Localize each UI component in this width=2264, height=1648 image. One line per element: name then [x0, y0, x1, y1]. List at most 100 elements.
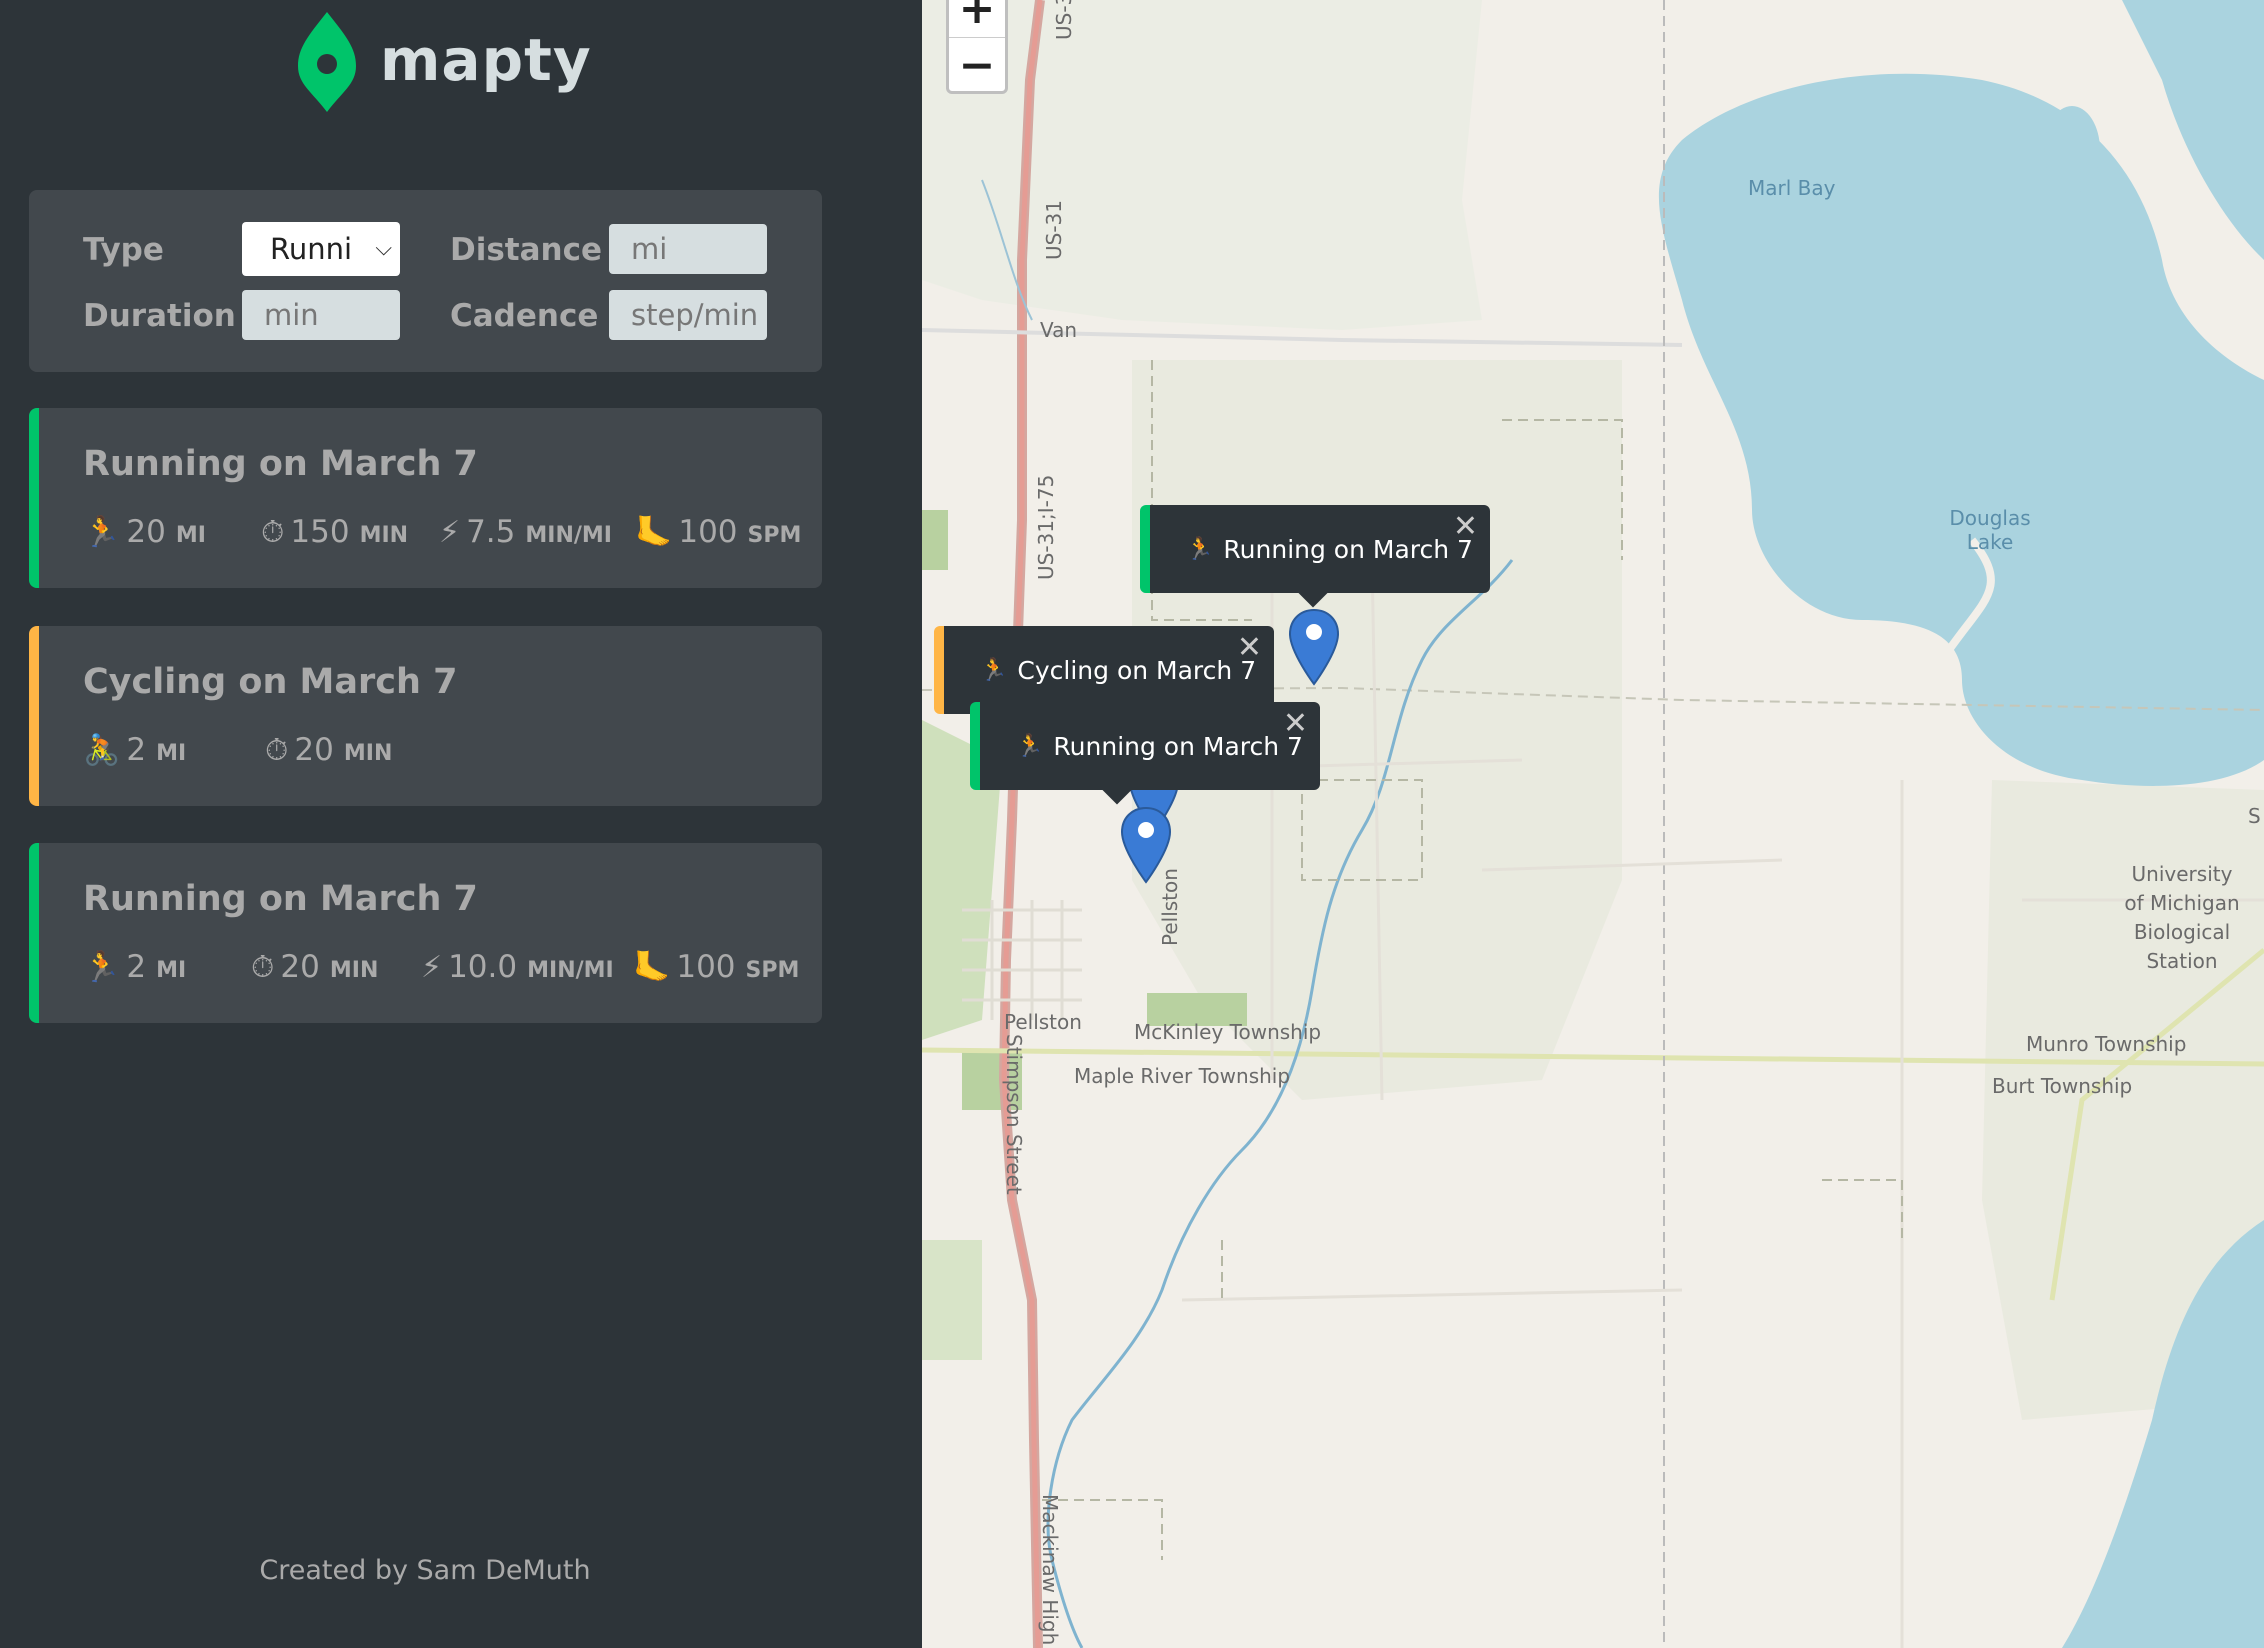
detail-value: 20	[280, 949, 320, 985]
workout-details: 🏃 20 MI ⏱ 150 MIN ⚡ 7.5 MIN/MI 🦶 100 SPM	[83, 514, 801, 550]
map-label-us31-c: US-31;I-75	[1034, 474, 1058, 580]
map-popup-running[interactable]: 🏃 Running on March 7 ✕	[970, 702, 1320, 790]
close-icon[interactable]: ✕	[1237, 630, 1262, 665]
zoom-out-button[interactable]: −	[949, 37, 1005, 93]
type-label: Type	[83, 232, 164, 268]
zoom-in-button[interactable]: +	[949, 0, 1005, 37]
map-label-marl-bay: Marl Bay	[1748, 176, 1836, 200]
detail-duration: ⏱ 150 MIN	[261, 514, 439, 550]
runner-icon: 🏃	[83, 515, 121, 550]
detail-duration: ⏱ 20 MIN	[265, 732, 392, 768]
detail-value: 20	[294, 732, 334, 768]
stopwatch-icon: ⏱	[261, 515, 285, 550]
close-icon[interactable]: ✕	[1283, 706, 1308, 741]
popup-text: Running on March 7	[1223, 534, 1473, 564]
runner-icon: 🏃	[1016, 733, 1044, 759]
detail-value: 100	[678, 514, 738, 550]
popup-text: Running on March 7	[1053, 731, 1303, 761]
detail-value: 2	[126, 949, 147, 985]
detail-value: 100	[676, 949, 736, 985]
distance-label: Distance	[450, 232, 603, 268]
map-marker-icon[interactable]	[1288, 608, 1340, 686]
detail-cadence: 🦶 100 SPM	[633, 949, 799, 985]
map-label-umich: University of Michigan Biological Statio…	[2124, 862, 2240, 973]
detail-cadence: 🦶 100 SPM	[635, 514, 801, 550]
detail-unit: MIN	[343, 741, 393, 766]
detail-unit: SPM	[747, 523, 802, 548]
map-label-burt: Burt Township	[1992, 1074, 2133, 1098]
type-select[interactable]: Runni ⌵	[242, 222, 400, 276]
cadence-input[interactable]: step/min	[609, 290, 767, 340]
detail-pace: ⚡ 7.5 MIN/MI	[439, 514, 635, 550]
detail-distance: 🏃 2 MI	[83, 949, 251, 985]
map-label-us31-a: US-31	[1052, 0, 1076, 40]
map-popup-running[interactable]: 🏃 Running on March 7 ✕	[1140, 505, 1490, 593]
map-label-mackinaw: Mackinaw High	[1038, 1494, 1062, 1646]
map-label-douglas-lake: Douglas Lake	[1949, 506, 2031, 554]
map-label-maple-river: Maple River Township	[1074, 1064, 1291, 1088]
detail-unit: MIN	[329, 958, 379, 983]
lightning-icon: ⚡	[421, 950, 443, 985]
popup-tip	[1102, 789, 1132, 805]
map-label-stimpson: Stimpson Street	[1002, 1034, 1026, 1195]
detail-value: 20	[126, 514, 166, 550]
stopwatch-icon: ⏱	[251, 950, 275, 985]
detail-duration: ⏱ 20 MIN	[251, 949, 421, 985]
map-label-mckinley: McKinley Township	[1134, 1020, 1322, 1044]
workout-details: 🏃 2 MI ⏱ 20 MIN ⚡ 10.0 MIN/MI 🦶 100 SPM	[83, 949, 799, 985]
duration-label: Duration	[83, 298, 236, 334]
detail-unit: MIN/MI	[525, 523, 612, 548]
detail-value: 7.5	[466, 514, 516, 550]
workout-details: 🚴 2 MI ⏱ 20 MIN	[83, 732, 392, 768]
cyclist-icon: 🚴	[83, 733, 121, 768]
duration-input[interactable]: min	[242, 290, 400, 340]
popup-text: Cycling on March 7	[1017, 655, 1257, 685]
detail-unit: MIN/MI	[527, 958, 614, 983]
detail-unit: MI	[175, 523, 206, 548]
popup-tip	[1298, 592, 1328, 608]
type-select-value: Runni	[270, 232, 353, 266]
workout-card-running[interactable]: Running on March 7 🏃 2 MI ⏱ 20 MIN ⚡ 10.…	[29, 843, 822, 1023]
runner-icon: 🏃	[980, 657, 1008, 683]
distance-input[interactable]: mi	[609, 224, 767, 274]
workout-title: Running on March 7	[83, 879, 478, 919]
lightning-icon: ⚡	[439, 515, 461, 550]
detail-value: 2	[126, 732, 147, 768]
map-label-van: Van	[1040, 318, 1078, 342]
workout-card-running[interactable]: Running on March 7 🏃 20 MI ⏱ 150 MIN ⚡ 7…	[29, 408, 822, 588]
logo: mapty	[296, 6, 592, 114]
footprint-icon: 🦶	[635, 515, 673, 550]
detail-unit: SPM	[745, 958, 800, 983]
footprint-icon: 🦶	[633, 950, 671, 985]
stopwatch-icon: ⏱	[265, 733, 289, 768]
runner-icon: 🏃	[1186, 536, 1214, 562]
detail-unit: MIN	[359, 523, 409, 548]
map-marker-icon[interactable]	[1120, 806, 1172, 884]
detail-pace: ⚡ 10.0 MIN/MI	[421, 949, 633, 985]
close-icon[interactable]: ✕	[1453, 509, 1478, 544]
app-name: mapty	[380, 26, 592, 94]
workout-title: Running on March 7	[83, 444, 478, 484]
detail-value: 10.0	[448, 949, 518, 985]
detail-distance: 🚴 2 MI	[83, 732, 265, 768]
detail-unit: MI	[156, 958, 187, 983]
workout-form: Type Runni ⌵ Distance mi Duration min Ca…	[29, 190, 822, 372]
map-label-pellston: Pellston	[1004, 1010, 1082, 1034]
detail-unit: MI	[156, 741, 187, 766]
chevron-down-icon: ⌵	[375, 236, 392, 261]
map-label-edge: S	[2248, 804, 2261, 828]
cadence-label: Cadence	[450, 298, 599, 334]
location-pin-icon	[298, 12, 356, 112]
footer-credit: Created by Sam DeMuth	[259, 1555, 591, 1586]
workout-card-cycling[interactable]: Cycling on March 7 🚴 2 MI ⏱ 20 MIN	[29, 626, 822, 806]
map-popup-cycling[interactable]: 🏃 Cycling on March 7 ✕	[934, 626, 1274, 714]
sidebar: mapty Type Runni ⌵ Distance mi Duration …	[0, 0, 922, 1648]
map-label-munro: Munro Township	[2026, 1032, 2187, 1056]
detail-distance: 🏃 20 MI	[83, 514, 261, 550]
zoom-control: + −	[946, 0, 1008, 94]
map[interactable]: + − Marl Bay Douglas Lake Van US-31 US-3…	[922, 0, 2264, 1648]
map-label-us31-b: US-31	[1042, 200, 1066, 260]
detail-value: 150	[290, 514, 350, 550]
workout-title: Cycling on March 7	[83, 662, 458, 702]
runner-icon: 🏃	[83, 950, 121, 985]
